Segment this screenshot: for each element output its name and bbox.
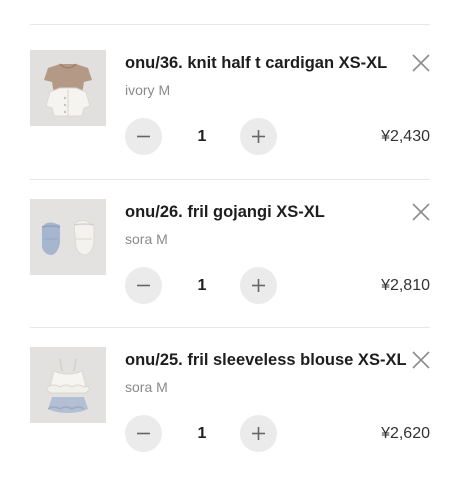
product-variant: ivory M <box>125 82 171 98</box>
product-thumbnail[interactable] <box>30 199 106 275</box>
close-icon <box>412 351 430 369</box>
item-price: ¥2,620 <box>381 425 430 442</box>
product-variant: sora M <box>125 231 168 247</box>
minus-icon <box>137 284 150 287</box>
quantity-value: 1 <box>197 425 207 442</box>
cart-item-list: onu/36. knit half t cardigan XS-XL ivory… <box>0 0 460 460</box>
plus-icon <box>252 279 265 292</box>
product-title[interactable]: onu/36. knit half t cardigan XS-XL <box>125 52 410 74</box>
divider <box>30 179 430 180</box>
decrease-quantity-button[interactable] <box>125 415 162 452</box>
increase-quantity-button[interactable] <box>240 267 277 304</box>
plus-icon <box>252 130 265 143</box>
divider <box>30 327 430 328</box>
product-title[interactable]: onu/26. fril gojangi XS-XL <box>125 201 410 223</box>
sleeveless-blouse-product-photo <box>30 347 106 423</box>
increase-quantity-button[interactable] <box>240 118 277 155</box>
item-price: ¥2,430 <box>381 128 430 145</box>
increase-quantity-button[interactable] <box>240 415 277 452</box>
item-price: ¥2,810 <box>381 277 430 294</box>
quantity-value: 1 <box>197 128 207 145</box>
cart-item: onu/36. knit half t cardigan XS-XL ivory… <box>0 50 460 198</box>
remove-item-button[interactable] <box>411 202 431 222</box>
divider <box>30 24 430 25</box>
decrease-quantity-button[interactable] <box>125 118 162 155</box>
product-title[interactable]: onu/25. fril sleeveless blouse XS-XL <box>125 349 410 371</box>
close-icon <box>412 203 430 221</box>
plus-icon <box>252 427 265 440</box>
decrease-quantity-button[interactable] <box>125 267 162 304</box>
remove-item-button[interactable] <box>411 350 431 370</box>
product-variant: sora M <box>125 379 168 395</box>
minus-icon <box>137 432 150 435</box>
cart-item: onu/25. fril sleeveless blouse XS-XL sor… <box>0 347 460 495</box>
knit-cardigan-product-photo <box>30 50 106 126</box>
quantity-value: 1 <box>197 277 207 294</box>
cart-item: onu/26. fril gojangi XS-XL sora M 1 ¥2,8… <box>0 199 460 347</box>
remove-item-button[interactable] <box>411 53 431 73</box>
minus-icon <box>137 135 150 138</box>
product-thumbnail[interactable] <box>30 347 106 423</box>
close-icon <box>412 54 430 72</box>
product-thumbnail[interactable] <box>30 50 106 126</box>
fril-gojangi-product-photo <box>30 199 106 275</box>
